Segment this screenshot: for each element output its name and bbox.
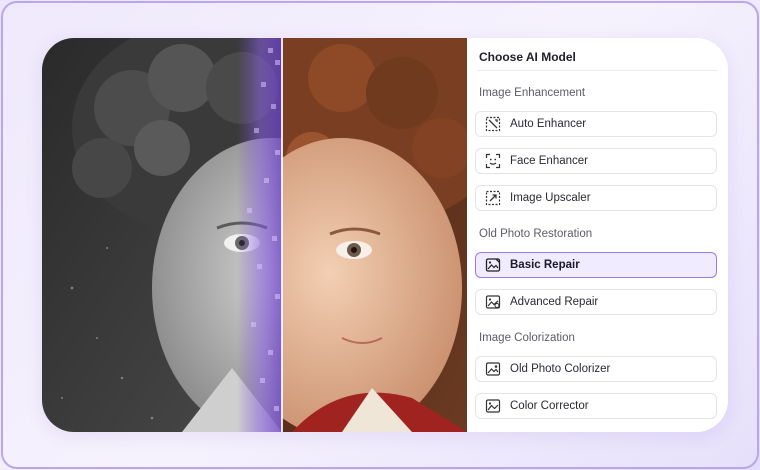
color-corrector-button[interactable]: Color Corrector (475, 393, 717, 419)
model-label: Basic Repair (510, 259, 580, 271)
model-label: Face Enhancer (510, 155, 588, 167)
section-label-old-photo-restoration: Old Photo Restoration (479, 228, 593, 240)
section-label-image-enhancement: Image Enhancement (479, 87, 586, 99)
model-label: Advanced Repair (510, 296, 599, 308)
editor-card: Choose AI Model Image Enhancement Auto E… (42, 38, 728, 432)
model-label: Auto Enhancer (510, 118, 587, 130)
divider (477, 70, 717, 71)
image-advanced-repair-icon (485, 294, 501, 310)
section-label-image-colorization: Image Colorization (479, 332, 575, 344)
portrait-illustration (42, 38, 467, 432)
model-label: Old Photo Colorizer (510, 363, 611, 375)
old-photo-colorizer-button[interactable]: Old Photo Colorizer (475, 356, 717, 382)
auto-enhance-icon (485, 116, 501, 132)
before-after-photo-comparison[interactable] (42, 38, 467, 432)
advanced-repair-button[interactable]: Advanced Repair (475, 289, 717, 315)
image-upscaler-button[interactable]: Image Upscaler (475, 185, 717, 211)
image-color-correct-icon (485, 398, 501, 414)
face-enhancer-button[interactable]: Face Enhancer (475, 148, 717, 174)
face-scan-icon (485, 153, 501, 169)
basic-repair-button[interactable]: Basic Repair (475, 252, 717, 278)
model-label: Image Upscaler (510, 192, 591, 204)
ai-model-panel: Choose AI Model Image Enhancement Auto E… (467, 38, 728, 432)
upscale-icon (485, 190, 501, 206)
auto-enhancer-button[interactable]: Auto Enhancer (475, 111, 717, 137)
panel-title: Choose AI Model (479, 50, 576, 64)
model-label: Color Corrector (510, 400, 589, 412)
image-colorize-icon (485, 361, 501, 377)
comparison-slider-handle[interactable] (281, 38, 283, 432)
image-repair-icon (485, 257, 501, 273)
